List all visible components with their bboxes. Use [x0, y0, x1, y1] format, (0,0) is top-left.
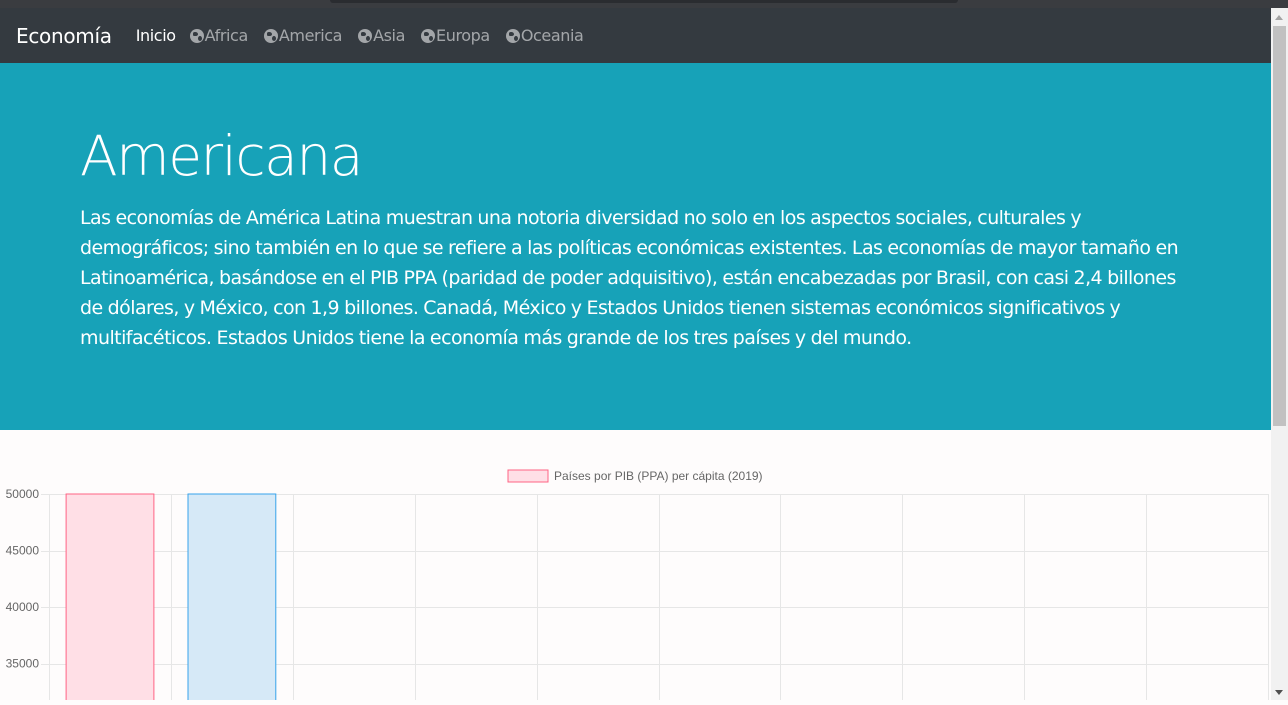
nav-item-oceania[interactable]: Oceania [505, 26, 584, 45]
y-tick-label: 45000 [6, 544, 40, 558]
nav-item-label: Asia [373, 26, 405, 45]
y-tick-label: 50000 [6, 487, 40, 501]
nav-item-europa[interactable]: Europa [421, 26, 490, 45]
scroll-down-icon[interactable] [1275, 690, 1283, 695]
browser-top-strip-inner [330, 0, 958, 3]
legend-swatch [507, 469, 549, 483]
nav-item-inicio[interactable]: Inicio [136, 26, 176, 45]
y-tick-label: 35000 [6, 657, 40, 671]
y-tick-label: 40000 [6, 600, 40, 614]
globe-africa-icon [189, 28, 204, 43]
page-scrollbar[interactable] [1271, 8, 1288, 700]
scroll-up-icon[interactable] [1275, 15, 1283, 20]
nav-item-america[interactable]: America [263, 26, 343, 45]
chart-container: 50000 45000 40000 35000 Países por PIB (PPA… [0, 430, 1271, 705]
page-title: Americana [80, 124, 363, 188]
nav-item-asia[interactable]: Asia [358, 26, 405, 45]
scrollbar-thumb[interactable] [1273, 26, 1286, 426]
globe-oceania-icon [505, 28, 520, 43]
browser-top-strip [0, 0, 1288, 8]
jumbotron: Americana Las economías de América Latin… [0, 63, 1271, 430]
chart-legend: Países por PIB (PPA) per cápita (2019) [507, 469, 763, 483]
nav-item-label: Oceania [520, 26, 584, 45]
page-description: Las economías de América Latina muestran… [80, 207, 1179, 349]
bar [65, 493, 155, 705]
legend-label: Países por PIB (PPA) per cápita (2019) [554, 469, 763, 483]
bar [187, 493, 277, 705]
nav-item-label: Africa [204, 26, 249, 45]
bar-chart: 50000 45000 40000 35000 Países por PIB (PPA… [6, 469, 1269, 705]
navbar-brand[interactable]: Economía [16, 24, 112, 48]
globe-asia-icon [358, 28, 373, 43]
nav-item-label: Europa [436, 26, 490, 45]
nav-item-label: America [278, 26, 343, 45]
nav-item-label: Inicio [135, 26, 176, 45]
chart-bars [65, 493, 277, 705]
navbar: Economía Inicio Africa America Asia Euro… [0, 8, 1271, 63]
nav-item-africa[interactable]: Africa [189, 26, 249, 45]
globe-americas-icon [263, 28, 278, 43]
y-axis-ticks: 50000 45000 40000 35000 [6, 487, 40, 671]
globe-europe-icon [421, 28, 435, 43]
